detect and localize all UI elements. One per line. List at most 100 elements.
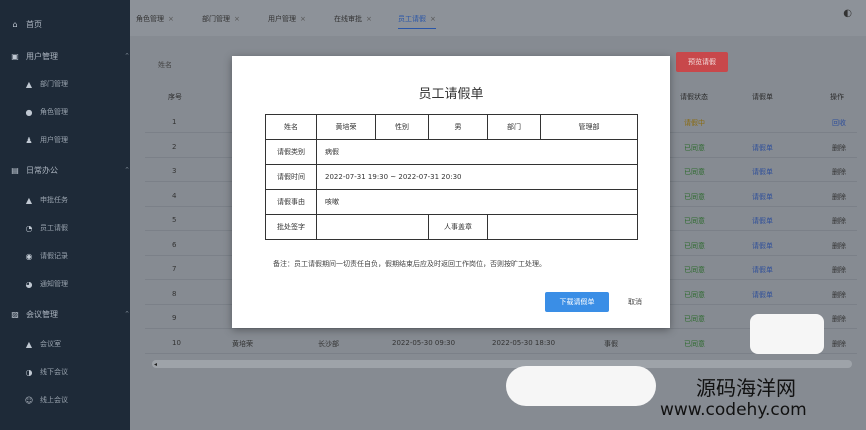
value-reason: 咳嗽 [316, 189, 638, 215]
row-status: 请假中 [684, 119, 705, 127]
watermark-title: 源码海洋网 [696, 376, 796, 400]
row-status: 已同意 [684, 340, 705, 348]
row-form-link[interactable]: 请假单 [752, 143, 773, 153]
tab-leave[interactable]: 员工请假 × [398, 10, 436, 29]
sidebar-item-label: 角色管理 [40, 108, 68, 116]
sidebar-item-label: 线上会议 [40, 396, 68, 404]
column-header-status: 请假状态 [680, 93, 708, 101]
download-leave-form-button[interactable]: 下载请假单 [545, 292, 609, 312]
sidebar-item-label: 首页 [26, 19, 42, 29]
close-icon[interactable]: × [234, 15, 240, 23]
row-index: 7 [172, 265, 177, 273]
row-status: 已同意 [684, 168, 705, 176]
sidebar-item-label: 通知管理 [40, 280, 68, 288]
sidebar-item-label: 日常办公 [26, 165, 58, 175]
user-menu-icon[interactable]: ◐ [843, 8, 852, 19]
row-op-button[interactable]: 删除 [832, 314, 846, 324]
row-op-button[interactable]: 删除 [832, 216, 846, 226]
row-end-time: 2022-05-30 18:30 [492, 339, 556, 347]
row-index: 10 [172, 339, 181, 347]
tab-role[interactable]: 角色管理 × [136, 10, 174, 28]
value-type: 病假 [316, 139, 638, 165]
value-name: 黄培荣 [316, 114, 376, 140]
column-header-form: 请假单 [752, 93, 773, 101]
row-op-button[interactable]: 删除 [832, 167, 846, 177]
room-icon: ▲ [25, 339, 33, 349]
tab-label: 在线审批 [334, 15, 362, 23]
row-index: 1 [172, 118, 177, 126]
sidebar-group-office[interactable]: ▤ 日常办公 ⌃ [0, 158, 140, 182]
close-icon[interactable]: × [366, 15, 372, 23]
label-sign: 批处签字 [265, 214, 317, 240]
tab-label: 角色管理 [136, 15, 164, 23]
label-hr: 人事盖章 [428, 214, 488, 240]
close-icon[interactable]: × [430, 15, 436, 23]
row-form-link[interactable]: 请假单 [752, 290, 773, 300]
sidebar-item-label: 申批任务 [40, 196, 68, 204]
row-op-button[interactable]: 删除 [832, 265, 846, 275]
tab-user[interactable]: 用户管理 × [268, 10, 306, 28]
row-index: 2 [172, 143, 177, 151]
tab-label: 员工请假 [398, 15, 426, 23]
user-icon: ♟ [25, 135, 33, 145]
column-header-ops: 操作 [830, 93, 844, 101]
column-header-index: 序号 [168, 93, 182, 101]
close-icon[interactable]: × [168, 15, 174, 23]
preview-leave-button[interactable]: 预览请假 [676, 52, 728, 72]
value-gender: 男 [428, 114, 488, 140]
row-index: 9 [172, 314, 177, 322]
row-status: 已同意 [684, 217, 705, 225]
task-icon: ▲ [25, 195, 33, 205]
offline-icon: ◑ [25, 367, 33, 377]
row-status: 已同意 [684, 144, 705, 152]
row-form-link[interactable]: 请假单 [752, 167, 773, 177]
sidebar-item-label: 部门管理 [40, 80, 68, 88]
office-icon: ▤ [11, 165, 19, 175]
row-divider [145, 353, 857, 354]
row-form-link[interactable]: 请假单 [752, 192, 773, 202]
sidebar-item-home[interactable]: ⌂ 首页 [0, 12, 140, 36]
row-index: 4 [172, 192, 177, 200]
row-op-button[interactable]: 删除 [832, 339, 846, 349]
role-icon: ● [25, 107, 33, 117]
tab-dept[interactable]: 部门管理 × [202, 10, 240, 28]
leave-form-table: 姓名 黄培荣 性别 男 部门 管理部 请假类别 病假 请假时间 2022-07-… [265, 114, 638, 240]
row-op-button[interactable]: 删除 [832, 290, 846, 300]
label-type: 请假类别 [265, 139, 317, 165]
online-icon: ☺ [24, 395, 34, 405]
tab-label: 部门管理 [202, 15, 230, 23]
label-reason: 请假事由 [265, 189, 317, 215]
row-form-link[interactable]: 请假单 [752, 265, 773, 275]
value-hr [487, 214, 638, 240]
sidebar-item-label: 员工请假 [40, 224, 68, 232]
redaction-patch [506, 366, 656, 406]
sidebar-group-user-admin[interactable]: ▣ 用户管理 ⌃ [0, 44, 140, 68]
record-icon: ◉ [25, 251, 33, 261]
cancel-button[interactable]: 取消 [618, 292, 652, 312]
home-icon: ⌂ [12, 19, 18, 29]
modal-note: 备注：员工请假期间一切责任自负，假期结束后应及时返回工作岗位，否则按旷工处理。 [273, 260, 546, 268]
row-index: 6 [172, 241, 177, 249]
row-form-link[interactable]: 请假单 [752, 216, 773, 226]
row-dept: 长沙部 [318, 340, 339, 348]
tab-bar: 角色管理 × 部门管理 × 用户管理 × 在线审批 × 员工请假 × ◐ [130, 0, 866, 36]
notice-icon: ◕ [25, 279, 33, 289]
value-dept: 管理部 [540, 114, 638, 140]
row-status: 已同意 [684, 266, 705, 274]
sidebar-item-label: 会议管理 [26, 309, 58, 319]
row-status: 已同意 [684, 291, 705, 299]
horizontal-scrollbar[interactable] [152, 360, 852, 368]
row-op-button[interactable]: 删除 [832, 143, 846, 153]
row-op-button[interactable]: 删除 [832, 241, 846, 251]
search-label: 姓名 [158, 61, 172, 69]
sidebar-group-meeting[interactable]: ▨ 会议管理 ⌃ [0, 302, 140, 326]
close-icon[interactable]: × [300, 15, 306, 23]
row-op-button[interactable]: 回收 [832, 118, 846, 128]
row-start-time: 2022-05-30 09:30 [392, 339, 456, 347]
row-form-link[interactable]: 请假单 [752, 241, 773, 251]
user-admin-icon: ▣ [11, 51, 19, 61]
sidebar-item-label: 请假记录 [40, 252, 68, 260]
tab-approval[interactable]: 在线审批 × [334, 10, 372, 28]
scroll-left-icon[interactable]: ◂ [154, 361, 157, 368]
row-op-button[interactable]: 删除 [832, 192, 846, 202]
